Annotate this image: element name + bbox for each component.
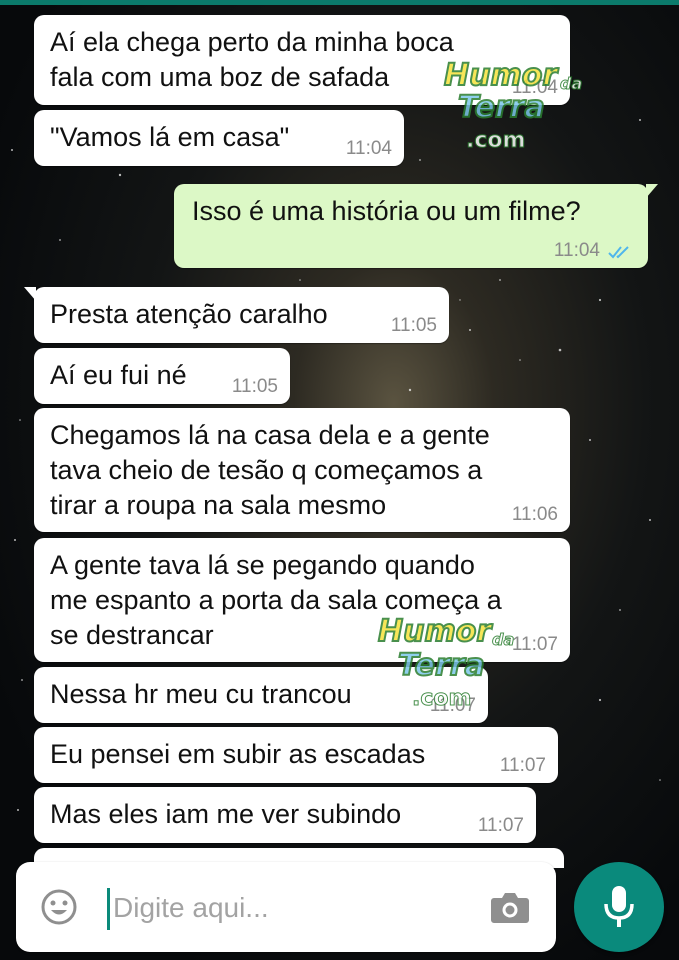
emoji-icon[interactable]: [41, 889, 77, 925]
message-bubble-incoming[interactable]: Mas eles iam me ver subindo 11:07: [34, 787, 536, 843]
message-bubble-outgoing[interactable]: Isso é uma história ou um filme? 11:04: [174, 184, 658, 268]
message-time: 11:04: [345, 138, 392, 159]
watermark-line3: .com: [465, 128, 526, 154]
message-time: 11:07: [429, 695, 476, 716]
message-bubble-incoming[interactable]: "Vamos lá em casa" 11:04: [34, 110, 404, 166]
message-input-bar: Digite aqui...: [16, 862, 556, 952]
message-bubble-incoming[interactable]: Aí ela chega perto da minha boca fala co…: [34, 15, 570, 105]
message-text: Nessa hr meu cu trancou: [50, 679, 352, 709]
message-time: 11:06: [511, 504, 558, 525]
microphone-button[interactable]: [574, 862, 664, 952]
message-time: 11:05: [231, 376, 278, 397]
message-text: Aí eu fui né: [50, 360, 187, 390]
text-caret: [107, 888, 110, 930]
message-bubble-incoming[interactable]: A gente tava lá se pegando quando me esp…: [34, 538, 570, 662]
message-text: Eu pensei em subir as escadas: [50, 739, 426, 769]
header-accent-bar: [0, 0, 679, 5]
read-double-check-icon: [608, 246, 629, 259]
message-text: "Vamos lá em casa": [50, 122, 290, 152]
message-text: Presta atenção caralho: [50, 299, 328, 329]
message-bubble-incoming[interactable]: Eu pensei em subir as escadas 11:07: [34, 727, 558, 783]
message-text: Mas eles iam me ver subindo: [50, 799, 402, 829]
message-text: Isso é uma história ou um filme?: [192, 196, 581, 226]
message-bubble-incoming[interactable]: Chegamos lá na casa dela e a gente tava …: [34, 408, 570, 532]
message-time: 11:04: [511, 77, 558, 98]
microphone-icon: [604, 886, 634, 927]
camera-icon[interactable]: [490, 890, 530, 924]
message-text: Aí ela chega perto da minha boca fala co…: [50, 27, 454, 92]
message-time: 11:07: [511, 634, 558, 655]
message-bubble-incoming[interactable]: Aí eu fui né 11:05: [34, 348, 290, 404]
message-text: A gente tava lá se pegando quando me esp…: [50, 550, 502, 650]
message-time: 11:05: [390, 315, 437, 336]
message-input-placeholder[interactable]: Digite aqui...: [113, 891, 269, 925]
message-bubble-incoming[interactable]: Nessa hr meu cu trancou 11:07: [34, 667, 488, 723]
message-text: Chegamos lá na casa dela e a gente tava …: [50, 420, 490, 520]
message-time: 11:04: [553, 240, 600, 261]
message-time: 11:07: [499, 755, 546, 776]
message-time: 11:07: [477, 815, 524, 836]
message-bubble-incoming[interactable]: Presta atenção caralho 11:05: [24, 287, 449, 343]
